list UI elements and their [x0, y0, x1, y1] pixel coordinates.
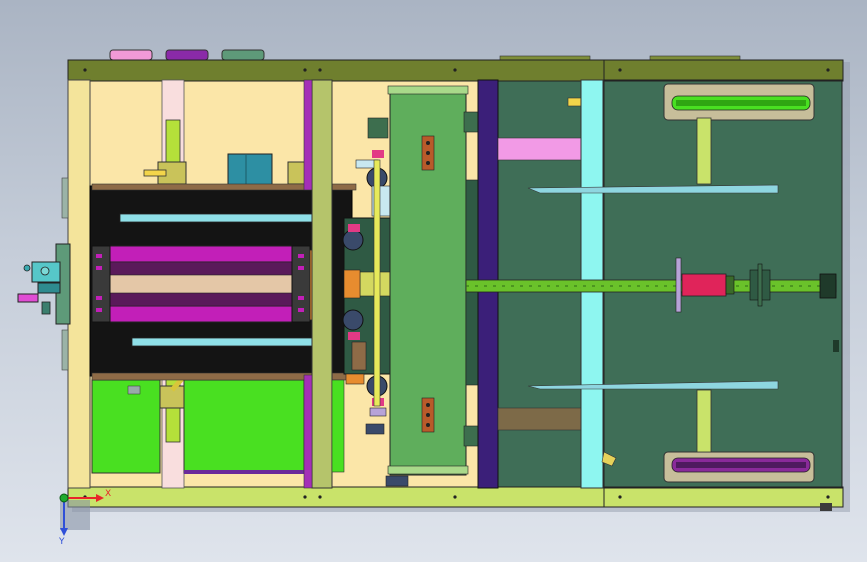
purple-upright-1 — [303, 79, 313, 191]
x-axis-label: X — [105, 489, 111, 499]
side-motor-assembly — [17, 177, 71, 371]
guide-rod-left — [373, 159, 381, 407]
left-upright — [67, 79, 91, 489]
lower-green-panel-right — [183, 379, 305, 474]
cad-assembly-viewport[interactable]: X Y — [0, 0, 867, 562]
lower-guide-rail — [131, 337, 318, 347]
teal-motor-box — [227, 153, 273, 189]
upper-guide-rail — [119, 213, 321, 223]
brown-plate — [497, 407, 582, 431]
olive-upright-1 — [311, 79, 333, 489]
lower-green-panel-left — [91, 379, 161, 474]
purple-baseline — [184, 470, 304, 474]
pink-plate — [497, 137, 582, 161]
main-roller — [91, 245, 321, 323]
green-strip — [331, 379, 345, 473]
coordinate-triad — [59, 493, 104, 536]
purple-upright-2 — [303, 374, 313, 489]
y-axis-label: Y — [58, 537, 65, 547]
